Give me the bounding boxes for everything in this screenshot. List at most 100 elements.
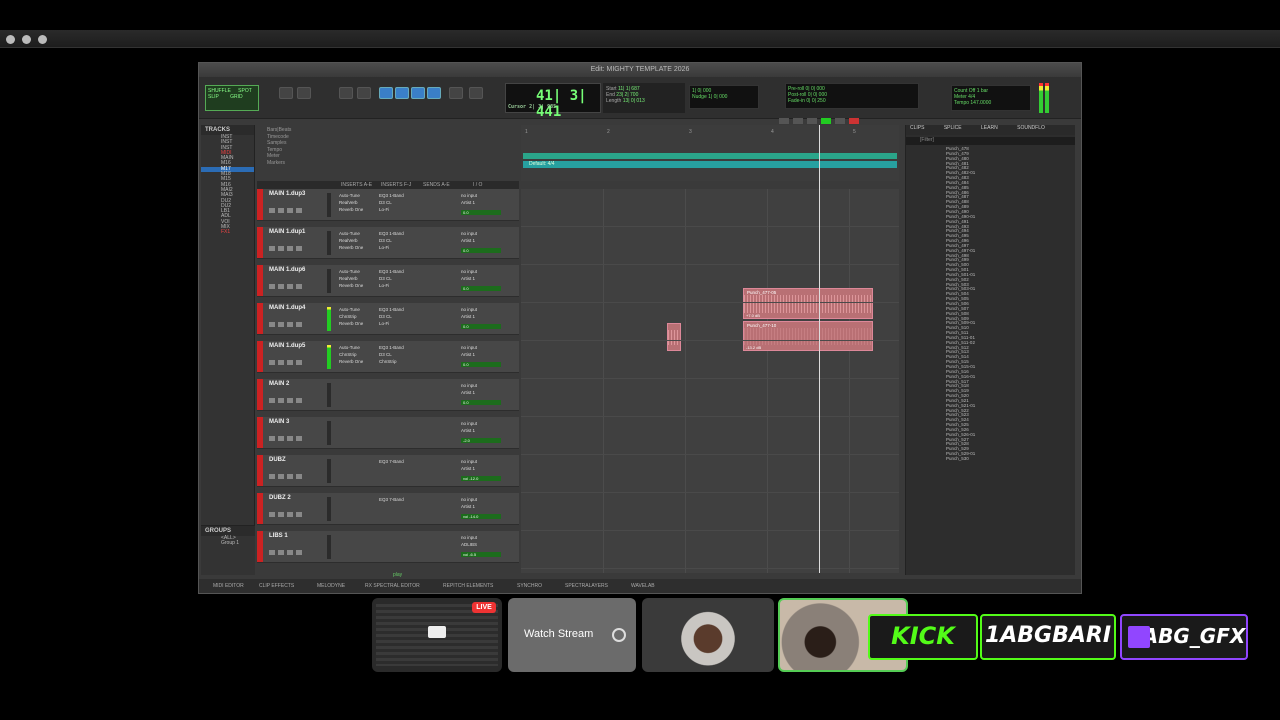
solo-icon[interactable] — [287, 208, 293, 213]
insert-slot[interactable]: ChnStrip — [379, 358, 415, 365]
track-header[interactable]: DUBZ 2 EQ3 7-Band no input Artist 1 vol -14.… — [257, 493, 519, 525]
record-enable-icon[interactable] — [269, 474, 275, 479]
mute-icon[interactable] — [296, 360, 302, 365]
mode-slip[interactable]: SLIP — [208, 94, 219, 100]
input-selector[interactable]: no input — [461, 230, 501, 237]
solo-icon[interactable] — [287, 436, 293, 441]
record-enable-icon[interactable] — [269, 550, 275, 555]
input-monitor-icon[interactable] — [278, 398, 284, 403]
track-name[interactable]: MAIN 3 — [269, 419, 289, 425]
tab-clips[interactable]: CLIPS — [910, 125, 924, 131]
volume-field[interactable]: 0.0 — [461, 286, 501, 291]
track-name[interactable]: DUBZ 2 — [269, 495, 291, 501]
track-list-item[interactable]: FX1 — [201, 230, 254, 236]
insert-slot[interactable]: Reverb One — [339, 244, 375, 251]
forward-icon[interactable] — [835, 118, 845, 124]
output-selector[interactable]: Artist 1 — [461, 275, 501, 282]
record-enable-icon[interactable] — [269, 322, 275, 327]
record-icon[interactable] — [849, 118, 859, 124]
output-selector[interactable]: Artist 1 — [461, 199, 501, 206]
trim-tool-icon[interactable] — [379, 87, 393, 99]
insert-slot[interactable]: RealVerb — [339, 237, 375, 244]
record-enable-icon[interactable] — [269, 208, 275, 213]
track-name[interactable]: MAIN 1.dup6 — [269, 267, 305, 273]
insert-slot[interactable]: D3 CL — [379, 199, 415, 206]
track-header[interactable]: MAIN 1.dup3 Auto-Tune RealVerb Reverb One EQ… — [257, 189, 519, 221]
solo-icon[interactable] — [287, 246, 293, 251]
track-header[interactable]: MAIN 1.dup4 Auto-Tune ChnStrip Reverb One EQ… — [257, 303, 519, 335]
volume-field[interactable]: -2.0 — [461, 438, 501, 443]
track-name[interactable]: MAIN 1.dup4 — [269, 305, 305, 311]
selector-tool-icon[interactable] — [395, 87, 409, 99]
track-name[interactable]: MAIN 1.dup3 — [269, 191, 305, 197]
mute-icon[interactable] — [296, 474, 302, 479]
insert-slot[interactable]: EQ3 1-Band — [379, 306, 415, 313]
insert-slot[interactable]: D3 CL — [379, 275, 415, 282]
edit-area[interactable]: Punch_477-05 +7.0 dB Punch_477-10 -13.2 … — [521, 189, 899, 573]
fadein-value[interactable]: 0| 0| 250 — [806, 98, 825, 104]
insert-slot[interactable]: D3 CL — [379, 313, 415, 320]
window-dot-icon[interactable] — [22, 35, 31, 44]
insert-slot[interactable]: EQ3 1-Band — [379, 230, 415, 237]
tempo-ruler[interactable]: 147 — [523, 153, 897, 168]
mute-icon[interactable] — [296, 284, 302, 289]
tab-repitch[interactable]: REPITCH ELEMENTS — [443, 583, 493, 589]
track-name[interactable]: LIBS 1 — [269, 533, 288, 539]
record-enable-icon[interactable] — [269, 360, 275, 365]
insert-slot[interactable]: RealVerb — [339, 275, 375, 282]
tab-rx-spectral[interactable]: RX SPECTRAL EDITOR — [365, 583, 420, 589]
edit-modes[interactable]: SHUFFLE SPOT SLIP GRID — [205, 85, 259, 111]
clip-list-item[interactable]: Punch_530 — [906, 456, 1075, 462]
play-icon[interactable] — [821, 118, 831, 124]
insert-slot[interactable]: Reverb One — [339, 206, 375, 213]
zoom-out-icon[interactable] — [297, 87, 311, 99]
audio-clip[interactable]: Punch_477-05 +7.0 dB — [743, 288, 873, 319]
watch-stream-label[interactable]: Watch Stream — [524, 628, 593, 640]
insert-slot[interactable]: Reverb One — [339, 320, 375, 327]
mute-icon[interactable] — [296, 550, 302, 555]
volume-field[interactable]: vol -6.5 — [461, 552, 501, 557]
output-selector[interactable]: Artist 1 — [461, 313, 501, 320]
input-monitor-icon[interactable] — [278, 360, 284, 365]
volume-field[interactable]: 0.0 — [461, 400, 501, 405]
input-selector[interactable]: no input — [461, 420, 501, 427]
tab-learn[interactable]: LEARN — [981, 125, 998, 131]
input-monitor-icon[interactable] — [278, 208, 284, 213]
input-selector[interactable]: no input — [461, 306, 501, 313]
insert-slot[interactable]: Auto-Tune — [339, 306, 375, 313]
insert-slot[interactable]: Lo-Fi — [379, 244, 415, 251]
input-selector[interactable]: no input — [461, 496, 501, 503]
stop-icon[interactable] — [807, 118, 817, 124]
track-name[interactable]: MAIN 2 — [269, 381, 289, 387]
output-selector[interactable]: Artist 1 — [461, 465, 501, 472]
watch-stream-tile[interactable]: Watch Stream — [508, 598, 636, 672]
tab-spectralayers[interactable]: SPECTRALAYERS — [565, 583, 608, 589]
solo-icon[interactable] — [287, 284, 293, 289]
input-monitor-icon[interactable] — [278, 436, 284, 441]
track-header[interactable]: MAIN 1.dup6 Auto-Tune RealVerb Reverb One EQ… — [257, 265, 519, 297]
volume-field[interactable]: 0.0 — [461, 248, 501, 253]
insert-slot[interactable]: EQ3 1-Band — [379, 344, 415, 351]
track-header[interactable]: MAIN 1.dup1 Auto-Tune RealVerb Reverb One EQ… — [257, 227, 519, 259]
input-selector[interactable]: no input — [461, 344, 501, 351]
mute-icon[interactable] — [296, 436, 302, 441]
watch-eye-icon[interactable] — [612, 628, 626, 642]
back-icon[interactable] — [793, 118, 803, 124]
tab-soundflow[interactable]: SOUNDFLO — [1017, 125, 1045, 131]
insert-slot[interactable]: Auto-Tune — [339, 192, 375, 199]
tempo-value[interactable]: 147.0000 — [970, 100, 991, 106]
tab-melodyne[interactable]: MELODYNE — [317, 583, 345, 589]
track-header[interactable]: MAIN 3 no input Artist 1 -2.0 — [257, 417, 519, 449]
output-selector[interactable]: Artist 1 — [461, 427, 501, 434]
ruler-markers[interactable]: Markers — [267, 160, 509, 167]
solo-icon[interactable] — [287, 322, 293, 327]
insert-slot[interactable]: Lo-Fi — [379, 206, 415, 213]
sel-length-value[interactable]: 13| 0| 013 — [623, 98, 645, 104]
insert-slot[interactable]: D3 CL — [379, 351, 415, 358]
grabber-tool-icon[interactable] — [411, 87, 425, 99]
output-selector[interactable]: Artist 1 — [461, 237, 501, 244]
insert-slot[interactable]: Auto-Tune — [339, 230, 375, 237]
record-enable-icon[interactable] — [269, 512, 275, 517]
input-monitor-icon[interactable] — [278, 246, 284, 251]
solo-icon[interactable] — [287, 474, 293, 479]
